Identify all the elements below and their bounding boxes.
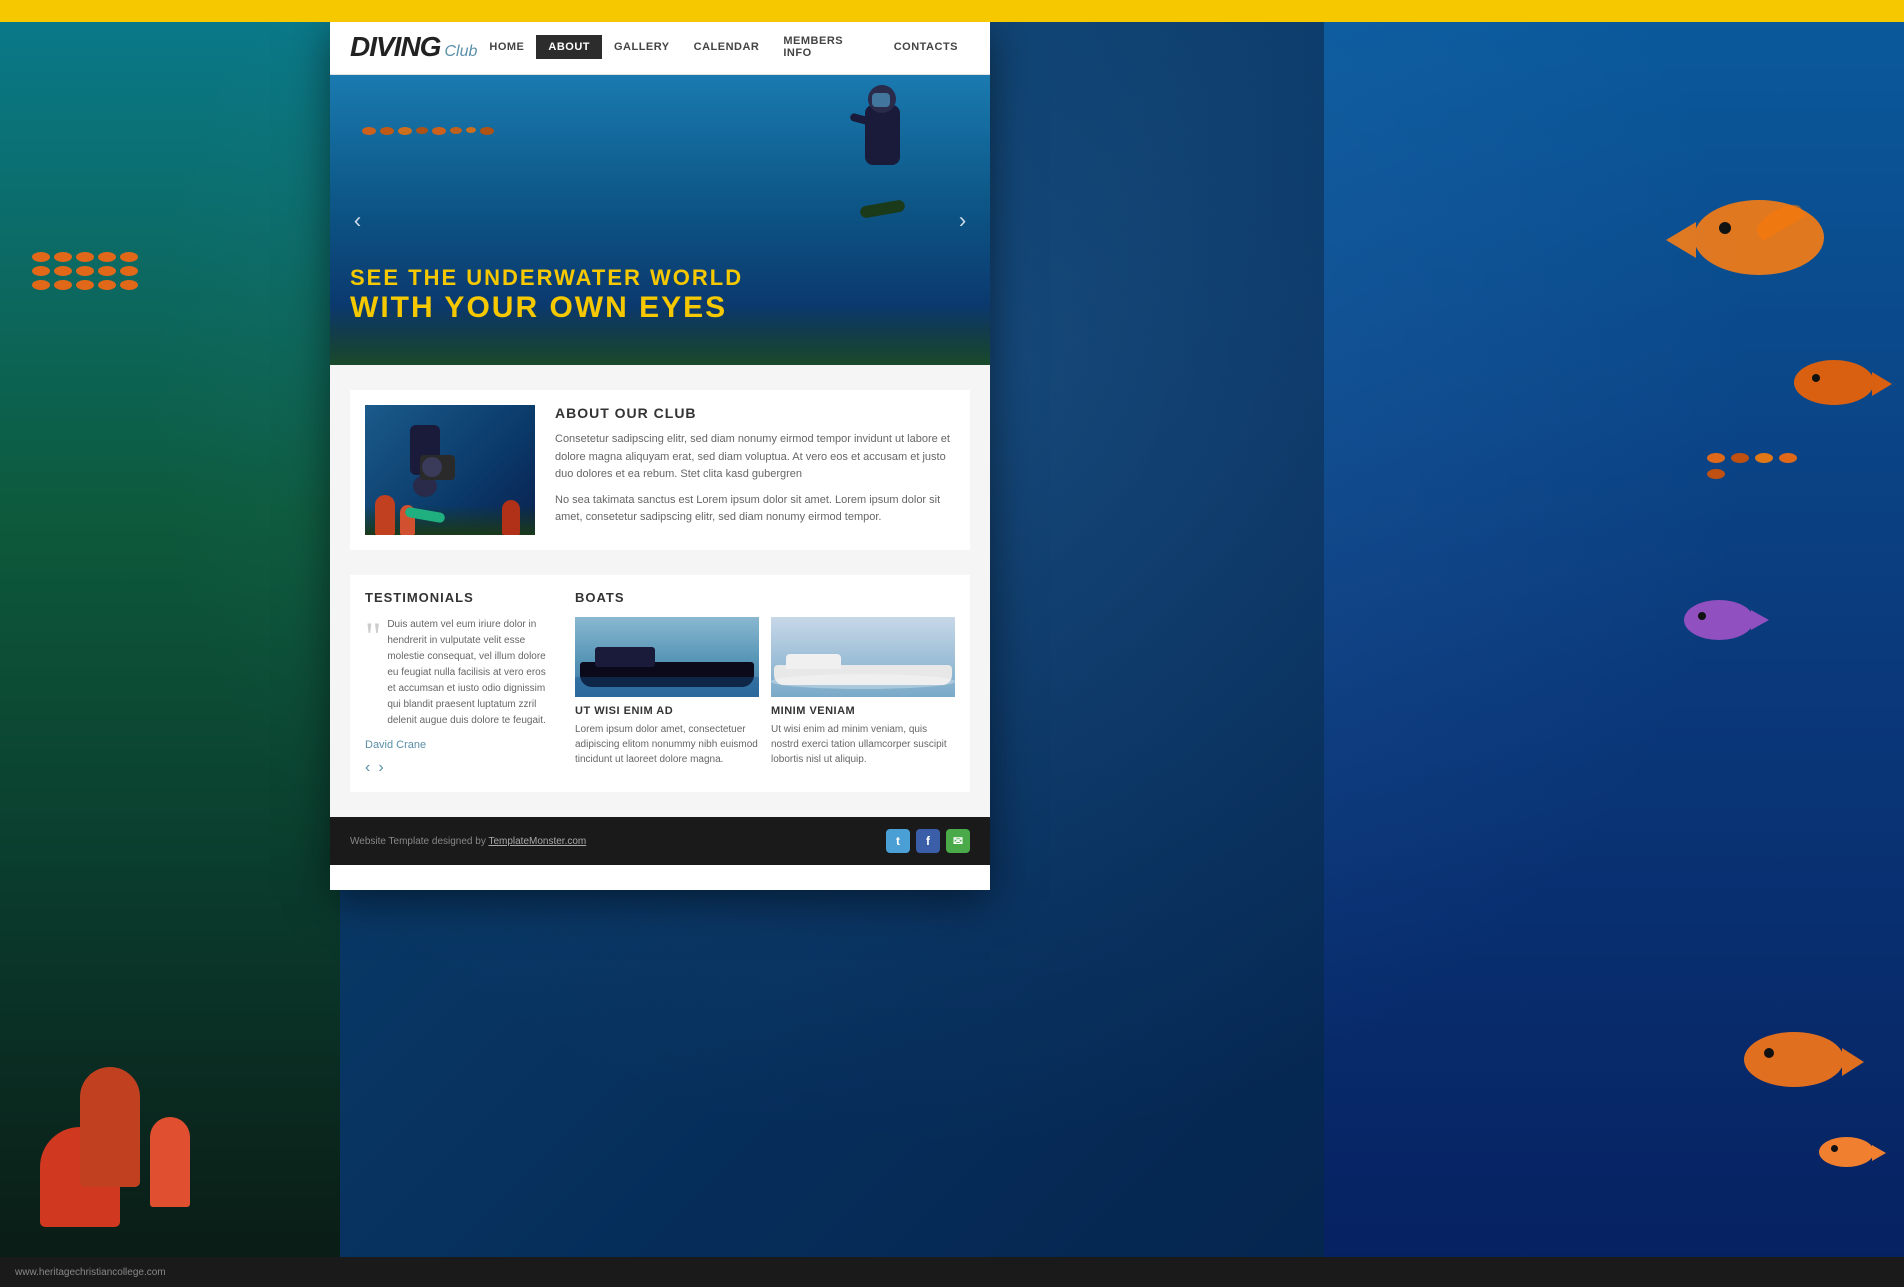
footer-link[interactable]: TemplateMonster.com xyxy=(488,836,586,847)
hero-slider: SEE THE UNDERWATER WORLD WITH YOUR OWN E… xyxy=(330,75,990,365)
social-email-icon[interactable]: ✉ xyxy=(946,829,970,853)
logo-club-text: Club xyxy=(444,43,477,61)
nav-item-members[interactable]: MEMBERS INFO xyxy=(771,29,881,65)
hero-line2: WITH YOUR OWN EYES xyxy=(350,291,970,325)
about-text-content: ABOUT OUR CLUB Consetetur sadipscing eli… xyxy=(555,405,955,535)
boats-column: BOATS xyxy=(575,590,955,777)
navigation-bar: DIVING Club HOME ABOUT GALLERY CALENDAR … xyxy=(330,20,990,75)
social-twitter-icon[interactable]: t xyxy=(886,829,910,853)
testimonial-next-button[interactable]: › xyxy=(378,759,383,777)
about-image xyxy=(365,405,535,535)
hero-line1: SEE THE UNDERWATER WORLD xyxy=(350,265,970,291)
nav-item-gallery[interactable]: GALLERY xyxy=(602,35,682,59)
small-fish-br xyxy=(1819,1137,1874,1167)
boats-grid: UT WISI ENIM AD Lorem ipsum dolor amet, … xyxy=(575,617,955,767)
footer-text: Website Template designed by TemplateMon… xyxy=(350,836,586,847)
nav-link-members[interactable]: MEMBERS INFO xyxy=(771,29,881,65)
boat-title-2: MINIM VENIAM xyxy=(771,705,955,717)
boat-title-1: UT WISI ENIM AD xyxy=(575,705,759,717)
fish-cluster-left xyxy=(30,250,150,292)
bottom-bar: www.heritagechristiancollege.com xyxy=(0,1257,1904,1287)
nav-link-gallery[interactable]: GALLERY xyxy=(602,35,682,59)
coral-decoration-1 xyxy=(80,1067,140,1187)
bottom-url-text: www.heritagechristiancollege.com xyxy=(15,1267,166,1278)
nav-links: HOME ABOUT GALLERY CALENDAR MEMBERS INFO… xyxy=(477,29,970,65)
slider-text: SEE THE UNDERWATER WORLD WITH YOUR OWN E… xyxy=(350,265,970,325)
logo-area: DIVING Club xyxy=(350,31,477,63)
boats-title: BOATS xyxy=(575,590,955,605)
slider-prev-button[interactable]: ‹ xyxy=(340,203,375,238)
coral-decoration-2 xyxy=(150,1117,190,1207)
about-title: ABOUT OUR CLUB xyxy=(555,405,955,421)
nav-item-about[interactable]: ABOUT xyxy=(536,35,602,59)
testimonial-navigation: ‹ › xyxy=(365,759,555,777)
medium-fish-right xyxy=(1794,360,1874,405)
testimonials-content: " Duis autem vel eum iriure dolor in hen… xyxy=(365,617,555,777)
nav-link-calendar[interactable]: CALENDAR xyxy=(682,35,772,59)
website-card: DIVING Club HOME ABOUT GALLERY CALENDAR … xyxy=(330,20,990,890)
large-fish-right xyxy=(1694,200,1824,275)
nav-link-contacts[interactable]: CONTACTS xyxy=(882,35,970,59)
testimonial-quote: Duis autem vel eum iriure dolor in hendr… xyxy=(387,617,555,729)
hero-line1-highlight: SEE xyxy=(350,265,400,290)
hero-diver xyxy=(850,85,930,215)
site-footer: Website Template designed by TemplateMon… xyxy=(330,817,990,865)
testimonial-prev-button[interactable]: ‹ xyxy=(365,759,370,777)
quote-mark: " xyxy=(365,617,381,657)
bg-right xyxy=(1324,0,1904,1287)
logo-diving-text: DIVING xyxy=(350,31,440,63)
slider-next-button[interactable]: › xyxy=(945,203,980,238)
boat-image-2 xyxy=(771,617,955,697)
nav-item-home[interactable]: HOME xyxy=(477,35,536,59)
boat-desc-2: Ut wisi enim ad minim veniam, quis nostr… xyxy=(771,722,955,767)
bg-left-coral xyxy=(0,0,340,1287)
nav-item-contacts[interactable]: CONTACTS xyxy=(882,35,970,59)
nav-link-about[interactable]: ABOUT xyxy=(536,35,602,59)
testimonials-column: TESTIMONIALS " Duis autem vel eum iriure… xyxy=(365,590,555,777)
about-paragraph-2: No sea takimata sanctus est Lorem ipsum … xyxy=(555,492,955,527)
fish-cluster-right xyxy=(1704,450,1804,482)
nav-item-calendar[interactable]: CALENDAR xyxy=(682,35,772,59)
boat-image-1 xyxy=(575,617,759,697)
testimonials-title: TESTIMONIALS xyxy=(365,590,555,605)
boat-card-1: UT WISI ENIM AD Lorem ipsum dolor amet, … xyxy=(575,617,759,767)
about-paragraph-1: Consetetur sadipscing elitr, sed diam no… xyxy=(555,431,955,484)
lower-section: TESTIMONIALS " Duis autem vel eum iriure… xyxy=(350,575,970,792)
boat-card-2: MINIM VENIAM Ut wisi enim ad minim venia… xyxy=(771,617,955,767)
testimonial-author[interactable]: David Crane xyxy=(365,739,555,751)
social-icons: t f ✉ xyxy=(886,829,970,853)
top-bar xyxy=(0,0,1904,22)
nav-link-home[interactable]: HOME xyxy=(477,35,536,59)
bottom-fish-right xyxy=(1744,1032,1844,1087)
content-area: ABOUT OUR CLUB Consetetur sadipscing eli… xyxy=(330,365,990,817)
about-section: ABOUT OUR CLUB Consetetur sadipscing eli… xyxy=(350,390,970,550)
purple-fish xyxy=(1684,600,1754,640)
boat-desc-1: Lorem ipsum dolor amet, consectetuer adi… xyxy=(575,722,759,767)
social-facebook-icon[interactable]: f xyxy=(916,829,940,853)
hero-fish-group xyxy=(360,125,510,137)
